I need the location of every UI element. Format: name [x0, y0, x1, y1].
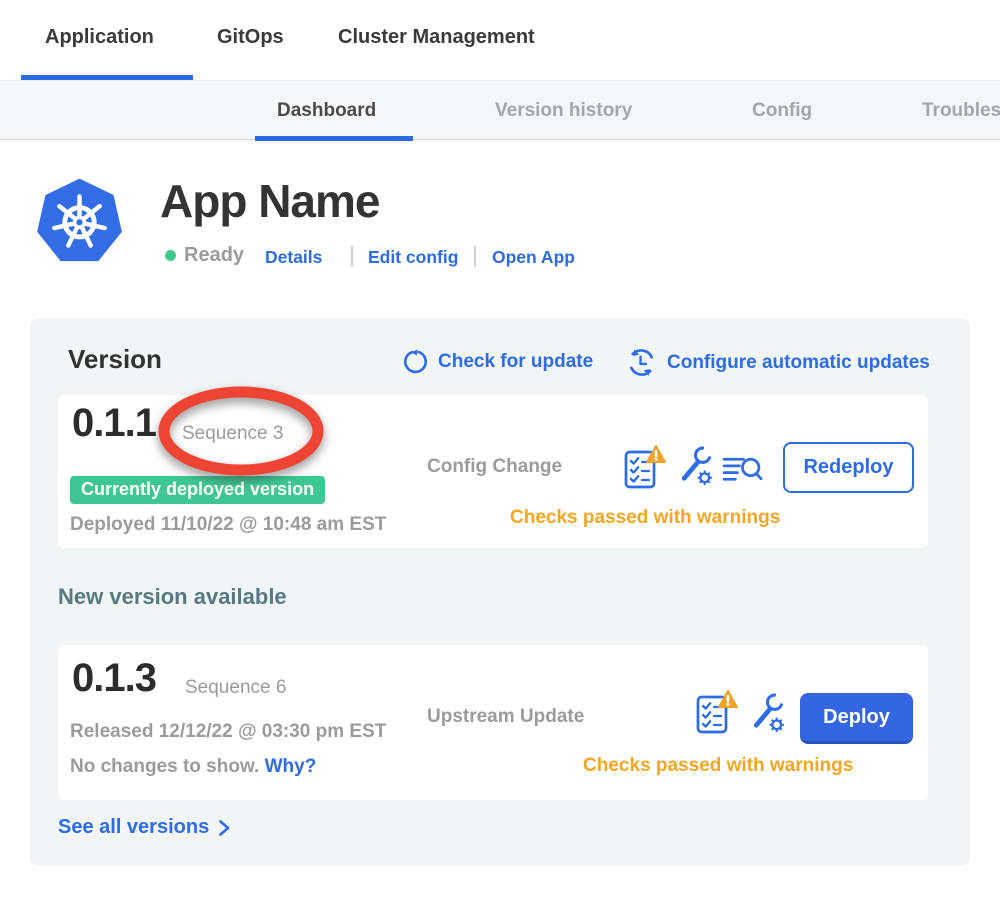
tab-dashboard[interactable]: Dashboard	[277, 100, 376, 122]
checks-status-label: Checks passed with warnings	[583, 755, 853, 777]
edit-config-link[interactable]: Edit config	[368, 247, 458, 268]
check-for-update-button[interactable]: Check for update	[402, 348, 593, 375]
admin-console-page: Application GitOps Cluster Management Da…	[0, 0, 1000, 898]
status-badge: Ready	[184, 244, 244, 267]
tab-gitops[interactable]: GitOps	[217, 26, 284, 49]
kubernetes-logo-icon	[35, 176, 124, 265]
check-for-update-label: Check for update	[438, 351, 593, 373]
configure-automatic-updates-label: Configure automatic updates	[667, 352, 930, 374]
divider	[474, 246, 476, 267]
available-sequence-label: Sequence 6	[185, 677, 286, 699]
version-heading: Version	[68, 344, 162, 375]
divider	[351, 246, 353, 267]
configure-automatic-updates-button[interactable]: Configure automatic updates	[625, 346, 930, 379]
tab-cluster-management[interactable]: Cluster Management	[338, 26, 535, 49]
page-title: App Name	[160, 174, 379, 228]
config-wrench-icon[interactable]	[677, 446, 714, 487]
currently-deployed-badge: Currently deployed version	[70, 476, 325, 504]
new-version-available-heading: New version available	[58, 584, 287, 610]
why-link[interactable]: Why?	[265, 756, 317, 777]
refresh-icon	[402, 348, 429, 375]
version-card: Version Check for update Configure autom…	[30, 318, 970, 866]
tab-config[interactable]: Config	[752, 100, 812, 122]
config-wrench-icon[interactable]	[749, 693, 786, 734]
chevron-right-icon	[218, 819, 231, 837]
released-timestamp: Released 12/12/22 @ 03:30 pm EST	[70, 721, 386, 743]
current-version-number: 0.1.1	[72, 401, 156, 446]
deployed-timestamp: Deployed 11/10/22 @ 10:48 am EST	[70, 514, 386, 536]
preflight-checks-warning-icon[interactable]	[695, 688, 739, 736]
redeploy-button[interactable]: Redeploy	[783, 442, 914, 493]
current-sequence-label: Sequence 3	[182, 423, 283, 445]
diff-view-icon[interactable]	[722, 455, 763, 484]
available-version-row: 0.1.3 Sequence 6 Released 12/12/22 @ 03:…	[58, 645, 928, 800]
top-nav: Application GitOps Cluster Management	[0, 0, 1000, 80]
no-changes-note: No changes to show. Why?	[70, 756, 316, 778]
preflight-checks-warning-icon[interactable]	[623, 443, 667, 491]
version-source-label: Config Change	[427, 456, 562, 478]
auto-update-clock-icon	[625, 346, 658, 379]
tab-troubleshoot[interactable]: Troubleshoot	[922, 100, 1000, 122]
see-all-versions-label: See all versions	[58, 816, 209, 839]
checks-status-label: Checks passed with warnings	[510, 507, 780, 529]
version-source-label: Upstream Update	[427, 706, 584, 728]
tab-version-history[interactable]: Version history	[495, 100, 632, 122]
active-subtab-underline	[255, 136, 413, 141]
current-version-row: 0.1.1 Sequence 3 Currently deployed vers…	[58, 395, 928, 548]
see-all-versions-link[interactable]: See all versions	[58, 816, 231, 839]
sub-nav: Dashboard Version history Config Trouble…	[0, 80, 1000, 140]
available-version-number: 0.1.3	[72, 656, 156, 701]
open-app-link[interactable]: Open App	[492, 247, 575, 268]
status-dot	[165, 250, 176, 261]
details-link[interactable]: Details	[265, 247, 322, 268]
deploy-button[interactable]: Deploy	[800, 693, 913, 744]
tab-application[interactable]: Application	[45, 26, 154, 49]
no-changes-text: No changes to show.	[70, 756, 259, 777]
